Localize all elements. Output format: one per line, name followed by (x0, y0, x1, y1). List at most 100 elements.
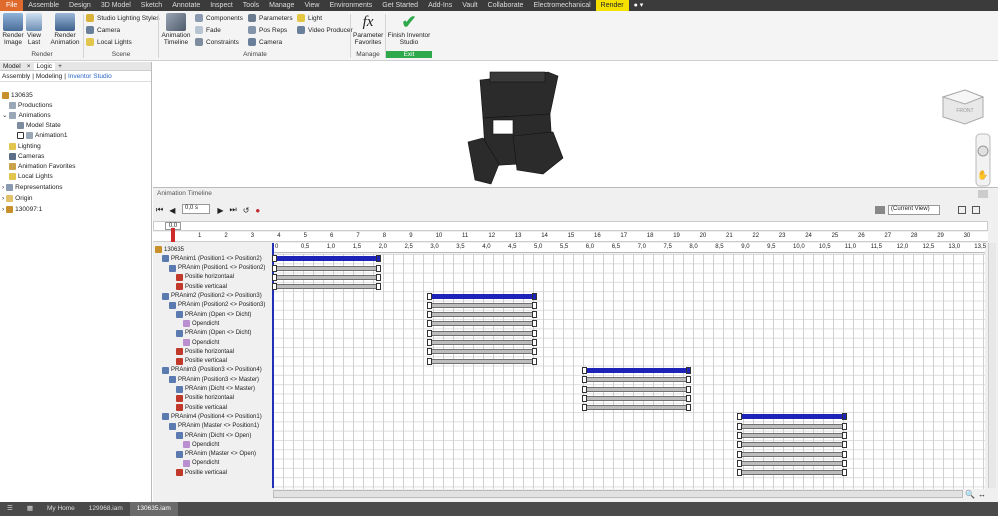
tab-3d-model[interactable]: 3D Model (96, 0, 136, 11)
action-start-handle[interactable] (427, 339, 432, 346)
subtab-assembly[interactable]: Assembly (0, 73, 32, 80)
checkbox-icon[interactable] (17, 131, 24, 139)
action-end-handle[interactable] (686, 404, 691, 412)
render-animation-button[interactable]: Render Animation (48, 13, 82, 46)
action-start-handle[interactable] (427, 320, 432, 328)
close-icon[interactable]: × (24, 63, 34, 70)
action-start-handle[interactable] (427, 311, 432, 319)
tab-annotate[interactable]: Annotate (167, 0, 205, 11)
action-end-handle[interactable] (842, 413, 847, 421)
action-bar-active[interactable] (429, 293, 535, 299)
action-start-handle[interactable] (582, 404, 587, 412)
tree-animations[interactable]: ⌄ Animations (2, 110, 51, 120)
tab-collaborate[interactable]: Collaborate (483, 0, 529, 11)
action-bar[interactable] (739, 433, 845, 438)
parameters-button[interactable]: Parameters (248, 14, 293, 22)
vertical-scrollbar[interactable] (988, 243, 996, 488)
action-end-handle[interactable] (532, 292, 537, 300)
action-end-handle[interactable] (842, 422, 847, 430)
parameter-favorites-button[interactable]: fx Parameter Favorites (353, 13, 383, 46)
tree-origin[interactable]: › Origin (2, 193, 33, 203)
action-end-handle[interactable] (376, 255, 381, 263)
action-start-handle[interactable] (737, 459, 742, 467)
action-end-handle[interactable] (532, 357, 537, 365)
tab-get-started[interactable]: Get Started (377, 0, 423, 11)
action-end-handle[interactable] (376, 264, 381, 272)
action-end-handle[interactable] (686, 385, 691, 393)
tree-cameras[interactable]: Cameras (9, 151, 44, 161)
video-record-icon[interactable]: ● ▾ (629, 0, 649, 11)
tree-root[interactable]: 130635 (2, 90, 33, 100)
tile-icon[interactable]: ▦ (20, 502, 40, 516)
action-end-handle[interactable] (842, 459, 847, 467)
action-start-handle[interactable] (737, 413, 742, 421)
constraints-button[interactable]: Constraints (195, 38, 239, 46)
menu-icon[interactable]: ☰ (0, 502, 20, 516)
tree-model-state[interactable]: Model State (17, 120, 61, 130)
action-bar[interactable] (274, 265, 379, 271)
file-tab[interactable]: File (0, 0, 24, 11)
action-start-handle[interactable] (582, 376, 587, 384)
action-bar[interactable] (584, 395, 689, 401)
action-end-handle[interactable] (532, 311, 537, 319)
action-end-handle[interactable] (532, 339, 537, 346)
action-end-handle[interactable] (842, 432, 847, 439)
camera-animate-button[interactable]: Camera (248, 38, 282, 46)
action-start-handle[interactable] (272, 255, 277, 263)
tab-render[interactable]: Render (595, 0, 629, 11)
action-start-handle[interactable] (582, 394, 587, 402)
action-end-handle[interactable] (376, 273, 381, 281)
render-image-button[interactable]: Render Image (1, 13, 25, 46)
local-lights-button[interactable]: Local Lights (86, 38, 132, 46)
action-end-handle[interactable] (376, 283, 381, 291)
tab-tools[interactable]: Tools (238, 0, 264, 11)
action-start-handle[interactable] (427, 292, 432, 300)
fade-button[interactable]: Fade (195, 26, 221, 34)
action-end-handle[interactable] (532, 348, 537, 356)
tab-manage[interactable]: Manage (264, 0, 299, 11)
fit-icon[interactable]: ↔ (978, 490, 986, 499)
animation-timeline-button[interactable]: Animation Timeline (161, 13, 191, 46)
zoom-icon[interactable]: 🔍 (965, 490, 975, 499)
components-button[interactable]: Components (195, 14, 243, 22)
action-start-handle[interactable] (737, 450, 742, 458)
action-end-handle[interactable] (842, 469, 847, 477)
viewcube-icon[interactable]: FRONT (941, 89, 985, 125)
chevron-down-icon[interactable]: ⌄ (2, 111, 7, 119)
action-start-handle[interactable] (582, 385, 587, 393)
action-bar[interactable] (739, 460, 845, 466)
action-end-handle[interactable] (842, 450, 847, 458)
action-bar[interactable] (429, 358, 535, 364)
action-bar[interactable] (429, 312, 535, 318)
studio-lighting-button[interactable]: Studio Lighting Styles (86, 14, 160, 22)
action-bar[interactable] (584, 405, 689, 411)
tree-lighting[interactable]: Lighting (9, 141, 41, 151)
tab-design[interactable]: Design (64, 0, 96, 11)
tab-environments[interactable]: Environments (324, 0, 377, 11)
tab-assemble[interactable]: Assemble (23, 0, 64, 11)
action-bar[interactable] (274, 274, 379, 280)
action-end-handle[interactable] (686, 366, 691, 374)
action-start-handle[interactable] (427, 301, 432, 309)
pan-hand-icon[interactable]: ✋ (977, 169, 988, 180)
action-end-handle[interactable] (842, 441, 847, 449)
tree-productions[interactable]: Productions (9, 100, 52, 110)
tab-view[interactable]: View (299, 0, 324, 11)
camera-button[interactable]: Camera (86, 26, 120, 34)
action-bar[interactable] (429, 321, 535, 327)
view-last-button[interactable]: View Last (25, 13, 43, 46)
action-start-handle[interactable] (737, 441, 742, 449)
action-start-handle[interactable] (737, 422, 742, 430)
tree-local-lights[interactable]: Local Lights (9, 171, 53, 181)
action-bar[interactable] (584, 386, 689, 392)
action-end-handle[interactable] (532, 301, 537, 309)
steering-wheel-icon[interactable] (977, 145, 989, 157)
action-start-handle[interactable] (427, 357, 432, 365)
action-bar[interactable] (429, 349, 535, 355)
action-start-handle[interactable] (427, 329, 432, 337)
action-bar-active[interactable] (739, 414, 845, 420)
action-start-handle[interactable] (272, 264, 277, 272)
action-bar[interactable] (739, 470, 845, 476)
action-bar[interactable] (584, 377, 689, 383)
tree-subassembly[interactable]: › 130097:1 (2, 204, 42, 214)
